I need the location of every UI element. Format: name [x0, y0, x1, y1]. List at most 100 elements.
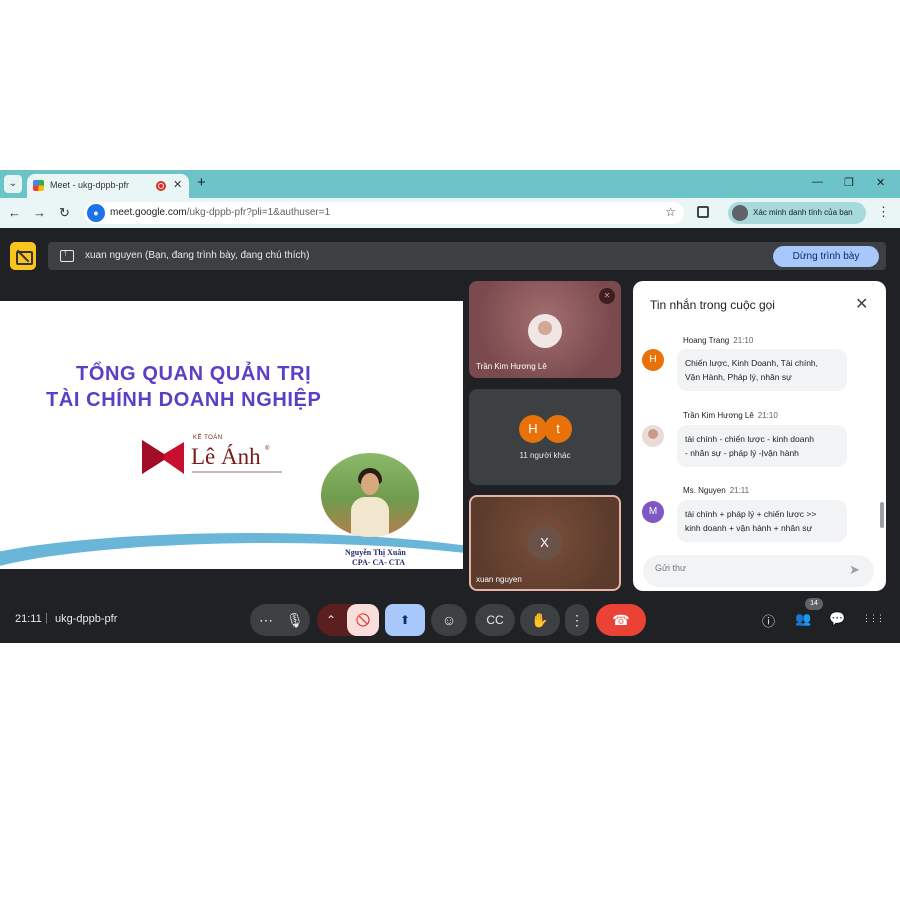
- window-close-button[interactable]: ✕: [876, 176, 885, 189]
- message-sender: Ms. Nguyen 21:11: [683, 486, 749, 495]
- slide-title-line2: TÀI CHÍNH DOANH NGHIỆP: [46, 389, 322, 411]
- audio-settings-icon[interactable]: ⋯: [259, 604, 273, 636]
- message-line: tài chính - chiến lược - kinh doanh: [685, 434, 814, 444]
- activities-grid-icon[interactable]: ⋮⋮⋮: [862, 613, 885, 624]
- slide-title-line1: TỔNG QUAN QUẢN TRỊ: [76, 363, 312, 385]
- chat-title: Tin nhắn trong cuộc gọi: [650, 298, 775, 312]
- new-tab-button[interactable]: +: [197, 174, 206, 191]
- tab-title: Meet - ukg-dppb-pfr: [50, 180, 130, 190]
- camera-off-icon[interactable]: 🚫: [347, 604, 379, 636]
- message-bubble: Chiến lược, Kinh Doanh, Tài chính, Vận H…: [677, 349, 847, 391]
- brand-registered-mark: ®: [265, 446, 270, 452]
- mic-muted-icon: ✕: [599, 288, 615, 304]
- sender-name: Trần Kim Hương Lê: [683, 411, 754, 420]
- present-screen-icon: [60, 248, 74, 262]
- hang-up-icon: ☎: [612, 612, 630, 628]
- meeting-code: ukg-dppb-pfr: [55, 613, 118, 625]
- browser-menu-icon[interactable]: ⋮: [877, 204, 890, 220]
- profile-chip-label: Xác minh danh tính của bạn: [753, 208, 853, 217]
- close-icon[interactable]: ✕: [855, 294, 868, 314]
- people-icon[interactable]: 👥: [795, 611, 811, 627]
- chat-scrollbar[interactable]: [880, 502, 884, 528]
- more-options-button[interactable]: ⋮: [565, 604, 589, 636]
- photo-face: [361, 473, 379, 495]
- sender-name: Hoang Trang: [683, 336, 730, 345]
- other-avatar-h: H: [519, 415, 547, 443]
- restore-button[interactable]: ❐: [844, 176, 854, 189]
- message-time: 21:10: [757, 411, 778, 420]
- mic-icon[interactable]: 🎙: [286, 604, 304, 636]
- minimize-button[interactable]: —: [812, 176, 823, 188]
- reactions-button[interactable]: ☺: [431, 604, 467, 636]
- message-line: Chiến lược, Kinh Doanh, Tài chính,: [685, 358, 819, 368]
- message-line: - nhân sự - pháp lý -Ịvận hành: [685, 448, 799, 458]
- chat-input[interactable]: [655, 563, 835, 573]
- tab-search-chevron-icon[interactable]: ⌄: [4, 175, 22, 193]
- recording-indicator-icon: [156, 181, 166, 191]
- speaker-name: Nguyễn Thị Xuân: [345, 548, 406, 557]
- brand-logo-icon: [142, 440, 184, 474]
- chevron-up-icon[interactable]: ⌃: [326, 604, 336, 636]
- sender-name: Ms. Nguyen: [683, 486, 726, 495]
- captions-button[interactable]: CC: [475, 604, 515, 636]
- url-host: meet.google.com: [110, 207, 187, 218]
- participant-tile[interactable]: ✕ Trần Kim Hương Lê: [469, 281, 621, 378]
- raise-hand-button[interactable]: ✋: [520, 604, 560, 636]
- present-now-button[interactable]: ⬆: [385, 604, 425, 636]
- self-tile[interactable]: X xuan nguyen: [469, 495, 621, 591]
- more-vert-icon: ⋮: [570, 612, 584, 628]
- brand-kicker: KẾ TOÁN: [193, 435, 223, 441]
- captions-icon: CC: [486, 613, 504, 627]
- meeting-clock: 21:11: [15, 613, 42, 625]
- meet-favicon-icon: [33, 180, 44, 191]
- message-line: kinh doanh + vận hành + nhân sự: [685, 523, 813, 533]
- presenting-banner: xuan nguyen (Bạn, đang trình bày, đang c…: [48, 242, 886, 270]
- other-avatar-t: t: [544, 415, 572, 443]
- video-controls: ⌃ 🚫: [317, 604, 379, 636]
- profile-verify-chip[interactable]: Xác minh danh tính của bạn: [728, 202, 866, 224]
- chat-icon[interactable]: 💬: [829, 611, 845, 627]
- present-icon: ⬆: [399, 613, 411, 627]
- others-count-label: 11 người khác: [519, 451, 571, 460]
- browser-toolbar: ← → ↻ ● meet.google.com/ukg-dppb-pfr?pli…: [0, 198, 900, 228]
- url-text: meet.google.com/ukg-dppb-pfr?pli=1&authu…: [110, 207, 330, 218]
- audio-controls: ⋯ 🎙: [250, 604, 310, 636]
- self-avatar: X: [527, 525, 562, 560]
- extensions-icon[interactable]: [697, 206, 709, 218]
- message-line: Vận Hành, Pháp lý, nhân sự: [685, 372, 792, 382]
- presenting-status-text: xuan nguyen (Bạn, đang trình bày, đang c…: [85, 250, 310, 261]
- bookmark-star-icon[interactable]: ☆: [665, 205, 676, 219]
- browser-tab-strip: ⌄ Meet - ukg-dppb-pfr ✕ + — ❐ ✕: [0, 170, 900, 198]
- photo-body: [351, 497, 389, 537]
- stop-presenting-button[interactable]: Dừng trình bày: [773, 246, 879, 267]
- send-icon[interactable]: ➤: [849, 562, 860, 578]
- reload-icon[interactable]: ↻: [59, 205, 70, 221]
- back-arrow-icon[interactable]: ←: [8, 205, 21, 220]
- message-time: 21:10: [733, 336, 754, 345]
- brand-name: Lê Ánh: [191, 444, 261, 469]
- footer-separator: |: [45, 612, 48, 624]
- message-time: 21:11: [729, 486, 750, 495]
- message-bubble: tài chính + pháp lý + chiến lược >> kinh…: [677, 500, 847, 542]
- tab-close-icon[interactable]: ✕: [173, 178, 182, 191]
- sender-avatar: H: [642, 349, 664, 371]
- message-sender: Hoang Trang 21:10: [683, 336, 753, 345]
- site-info-icon[interactable]: ●: [87, 204, 105, 222]
- self-name: xuan nguyen: [476, 575, 522, 584]
- participant-avatar: [528, 314, 562, 348]
- url-path: /ukg-dppb-pfr?pli=1&authuser=1: [186, 207, 331, 218]
- chat-message-field[interactable]: ➤: [643, 555, 874, 587]
- participant-name: Trần Kim Hương Lê: [476, 362, 547, 371]
- captions-off-icon[interactable]: [10, 242, 36, 270]
- meet-window: ⌄ Meet - ukg-dppb-pfr ✕ + — ❐ ✕ ← → ↻ ● …: [0, 170, 900, 643]
- info-icon[interactable]: ⓘ: [762, 611, 775, 630]
- message-bubble: tài chính - chiến lược - kinh doanh - nh…: [677, 425, 847, 467]
- others-tile[interactable]: H t 11 người khác: [469, 389, 621, 485]
- forward-arrow-icon[interactable]: →: [33, 205, 46, 220]
- leave-call-button[interactable]: ☎: [596, 604, 646, 636]
- emoji-icon: ☺: [441, 612, 457, 628]
- presentation-slide: TỔNG QUAN QUẢN TRỊ TÀI CHÍNH DOANH NGHIỆ…: [0, 301, 463, 569]
- address-bar[interactable]: ● meet.google.com/ukg-dppb-pfr?pli=1&aut…: [84, 202, 684, 224]
- in-call-chat-panel: Tin nhắn trong cuộc gọi ✕ Hoang Trang 21:…: [633, 281, 886, 591]
- browser-tab-meet[interactable]: Meet - ukg-dppb-pfr ✕: [27, 174, 189, 198]
